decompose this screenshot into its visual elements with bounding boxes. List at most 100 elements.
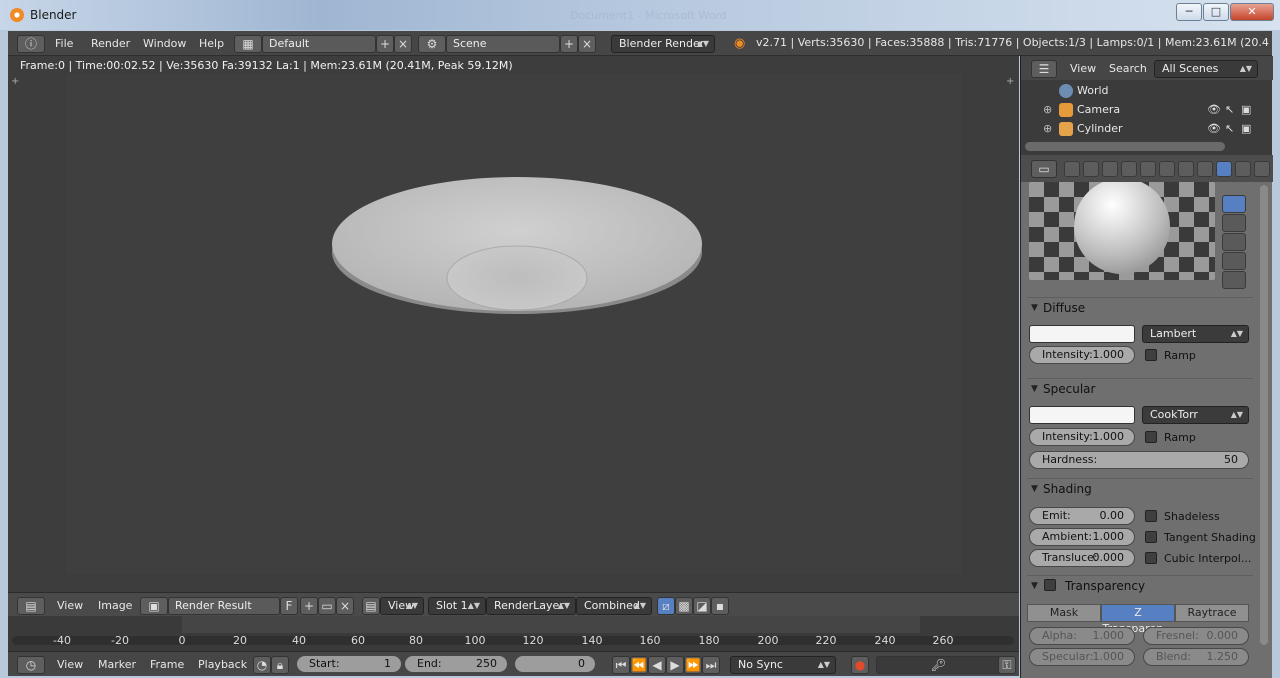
jump-keyframe-back-icon[interactable]: ⏪ (630, 656, 648, 674)
specular-shader-dropdown[interactable]: CookTorr ▲▼ (1142, 406, 1249, 424)
preview-sky-button[interactable] (1222, 271, 1246, 289)
render-tab-icon[interactable] (1064, 161, 1080, 177)
remove-layout-icon[interactable]: × (394, 35, 412, 53)
area-corner-icon[interactable]: + (1006, 76, 1014, 87)
key-insert-icon[interactable]: ⚿ (998, 656, 1016, 674)
fake-user-button[interactable]: F (280, 597, 298, 615)
jump-start-icon[interactable]: ⏮ (612, 656, 630, 674)
texture-tab-icon[interactable] (1235, 161, 1251, 177)
close-button[interactable]: ✕ (1230, 3, 1274, 21)
transparency-checkbox[interactable] (1044, 579, 1056, 591)
slot-dropdown[interactable]: Slot 1 ▲▼ (428, 597, 486, 615)
menu-marker[interactable]: Marker (98, 656, 136, 674)
particles-tab-icon[interactable] (1254, 161, 1270, 177)
menu-window[interactable]: Window (143, 35, 186, 53)
remove-scene-icon[interactable]: × (578, 35, 596, 53)
timeline[interactable]: -40 -20 0 20 40 60 80 100 120 140 160 18… (8, 616, 1019, 651)
outliner-scrollbar[interactable] (1025, 142, 1225, 151)
keying-set-field[interactable]: 🔑︎ (876, 656, 1001, 674)
outliner-item-camera[interactable]: ⊕ Camera 👁︎ ↖ ▣ (1021, 101, 1253, 119)
cubic-interpolation-checkbox[interactable] (1145, 552, 1157, 564)
constraints-tab-icon[interactable] (1159, 161, 1175, 177)
data-tab-icon[interactable] (1197, 161, 1213, 177)
expand-icon[interactable]: ⊕ (1043, 101, 1052, 119)
material-tab-icon[interactable] (1216, 161, 1232, 177)
select-arrow-icon[interactable]: ↖ (1225, 101, 1234, 119)
preview-hair-button[interactable] (1222, 252, 1246, 270)
ambient-field[interactable]: Ambient: 1.000 (1029, 528, 1135, 546)
render-canvas[interactable] (66, 74, 962, 574)
editor-type-properties-icon[interactable]: ▭ (1031, 160, 1057, 178)
menu-frame[interactable]: Frame (150, 656, 184, 674)
emit-field[interactable]: Emit: 0.00 (1029, 507, 1135, 525)
play-icon[interactable]: ▶ (666, 656, 684, 674)
shading-panel-header[interactable]: Shading (1027, 478, 1253, 499)
screen-layout-icon[interactable]: ▦ (234, 35, 262, 53)
select-arrow-icon[interactable]: ↖ (1225, 120, 1234, 138)
render-layers-tab-icon[interactable] (1083, 161, 1099, 177)
render-pass-dropdown[interactable]: Combined ▲▼ (576, 597, 652, 615)
menu-image[interactable]: Image (98, 597, 132, 615)
specular-ramp-checkbox[interactable] (1145, 431, 1157, 443)
menu-render[interactable]: Render (91, 35, 130, 53)
jump-end-icon[interactable]: ⏭ (702, 656, 720, 674)
start-frame-field[interactable]: Start: 1 (296, 655, 402, 673)
visibility-eye-icon[interactable]: 👁︎ (1207, 101, 1221, 119)
specular-panel-header[interactable]: Specular (1027, 378, 1253, 399)
diffuse-color-swatch[interactable] (1029, 325, 1135, 343)
area-corner-icon[interactable]: + (11, 76, 19, 87)
z-transparency-button[interactable]: Z Transparen... (1101, 604, 1175, 635)
menu-view[interactable]: View (57, 656, 83, 674)
menu-file[interactable]: File (55, 35, 73, 53)
record-icon[interactable]: ● (851, 656, 869, 674)
scene-icon[interactable]: ⚙ (418, 35, 446, 53)
add-layout-icon[interactable]: + (376, 35, 394, 53)
new-image-icon[interactable]: + (300, 597, 318, 615)
properties-scrollbar[interactable] (1260, 185, 1268, 645)
menu-search[interactable]: Search (1109, 60, 1147, 78)
maximize-button[interactable]: □ (1203, 3, 1229, 21)
hardness-field[interactable]: Hardness: 50 (1029, 451, 1249, 469)
render-camera-icon[interactable]: ▣ (1241, 120, 1251, 138)
expand-icon[interactable]: ⊕ (1043, 120, 1052, 138)
open-image-icon[interactable]: ▭ (318, 597, 336, 615)
render-engine-dropdown[interactable]: Blender Render ▲▼ (611, 35, 715, 53)
sync-mode-dropdown[interactable]: No Sync ▲▼ (730, 656, 836, 674)
render-layer-dropdown[interactable]: RenderLayer ▲▼ (486, 597, 576, 615)
outliner-filter-dropdown[interactable]: All Scenes ▲▼ (1154, 60, 1258, 78)
fresnel-field[interactable]: Fresnel: 0.000 (1143, 627, 1249, 645)
transparency-panel-header[interactable]: Transparency (1027, 575, 1253, 596)
draw-image-alpha-icon[interactable]: ⧄ (657, 597, 675, 615)
editor-type-image-icon[interactable]: ▤ (17, 597, 45, 615)
outliner-item-cylinder[interactable]: ⊕ Cylinder 👁︎ ↖ ▣ (1021, 120, 1253, 138)
menu-help[interactable]: Help (199, 35, 224, 53)
preview-range-icon[interactable]: ◔ (253, 656, 271, 674)
play-reverse-icon[interactable]: ◀ (648, 656, 666, 674)
add-scene-icon[interactable]: + (560, 35, 578, 53)
world-tab-icon[interactable] (1121, 161, 1137, 177)
preview-sphere-button[interactable] (1222, 195, 1246, 213)
specular-intensity-field[interactable]: Intensity: 1.000 (1029, 428, 1135, 446)
scene-field[interactable]: Scene (446, 35, 560, 53)
blend-field[interactable]: Blend: 1.250 (1143, 648, 1249, 666)
preview-monkey-button[interactable] (1222, 233, 1246, 251)
preview-cube-button[interactable] (1222, 214, 1246, 232)
jump-keyframe-forward-icon[interactable]: ⏩ (684, 656, 702, 674)
diffuse-shader-dropdown[interactable]: Lambert ▲▼ (1142, 325, 1249, 343)
menu-view[interactable]: View (57, 597, 83, 615)
render-camera-icon[interactable]: ▣ (1241, 101, 1251, 119)
mask-button[interactable]: Mask (1027, 604, 1101, 622)
alpha-field[interactable]: Alpha: 1.000 (1029, 627, 1135, 645)
menu-playback[interactable]: Playback (198, 656, 247, 674)
timeline-ruler[interactable] (8, 616, 1019, 633)
lock-range-icon[interactable]: 🔒︎ (271, 656, 289, 674)
browse-image-icon[interactable]: ▣ (140, 597, 168, 615)
outliner-item-world[interactable]: World (1021, 82, 1253, 100)
view-icon[interactable]: ▤ (362, 597, 380, 615)
checker-alpha-icon[interactable]: ▩ (675, 597, 693, 615)
current-frame-field[interactable]: 0 (514, 655, 596, 673)
raytrace-button[interactable]: Raytrace (1175, 604, 1249, 622)
editor-type-outliner-icon[interactable]: ☰ (1031, 60, 1057, 78)
diffuse-intensity-field[interactable]: Intensity: 1.000 (1029, 346, 1135, 364)
modifiers-tab-icon[interactable] (1178, 161, 1194, 177)
